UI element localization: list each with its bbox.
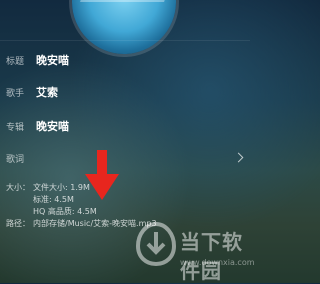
title-value: 晚安喵 (36, 54, 69, 67)
path-label: 路径： (6, 219, 30, 228)
title-label: 标题 (6, 57, 25, 67)
chevron-right-icon (233, 152, 244, 163)
file-size: 文件大小: 1.9M (33, 183, 90, 192)
watermark-name: 当下软件园 (180, 230, 243, 283)
lyrics-label: 歌词 (6, 155, 25, 165)
divider (0, 40, 250, 41)
album-art-graphic (80, 0, 168, 2)
watermark-logo-icon (136, 222, 176, 266)
album-art (72, 0, 176, 54)
album-value: 晚安喵 (36, 120, 69, 133)
hq-size: HQ 高品质: 4.5M (33, 207, 97, 216)
watermark-url: www.downxia.com (180, 258, 255, 267)
size-label: 大小： (6, 183, 30, 192)
watermark: 当下软件园 www.downxia.com (136, 222, 255, 283)
artist-label: 歌手 (6, 89, 25, 99)
lyrics-row[interactable]: 歌词 (0, 150, 250, 165)
album-label: 专辑 (6, 123, 25, 133)
standard-size: 标准: 4.5M (33, 195, 74, 204)
artist-value: 艾索 (36, 86, 58, 99)
red-arrow-down-icon (85, 150, 119, 200)
